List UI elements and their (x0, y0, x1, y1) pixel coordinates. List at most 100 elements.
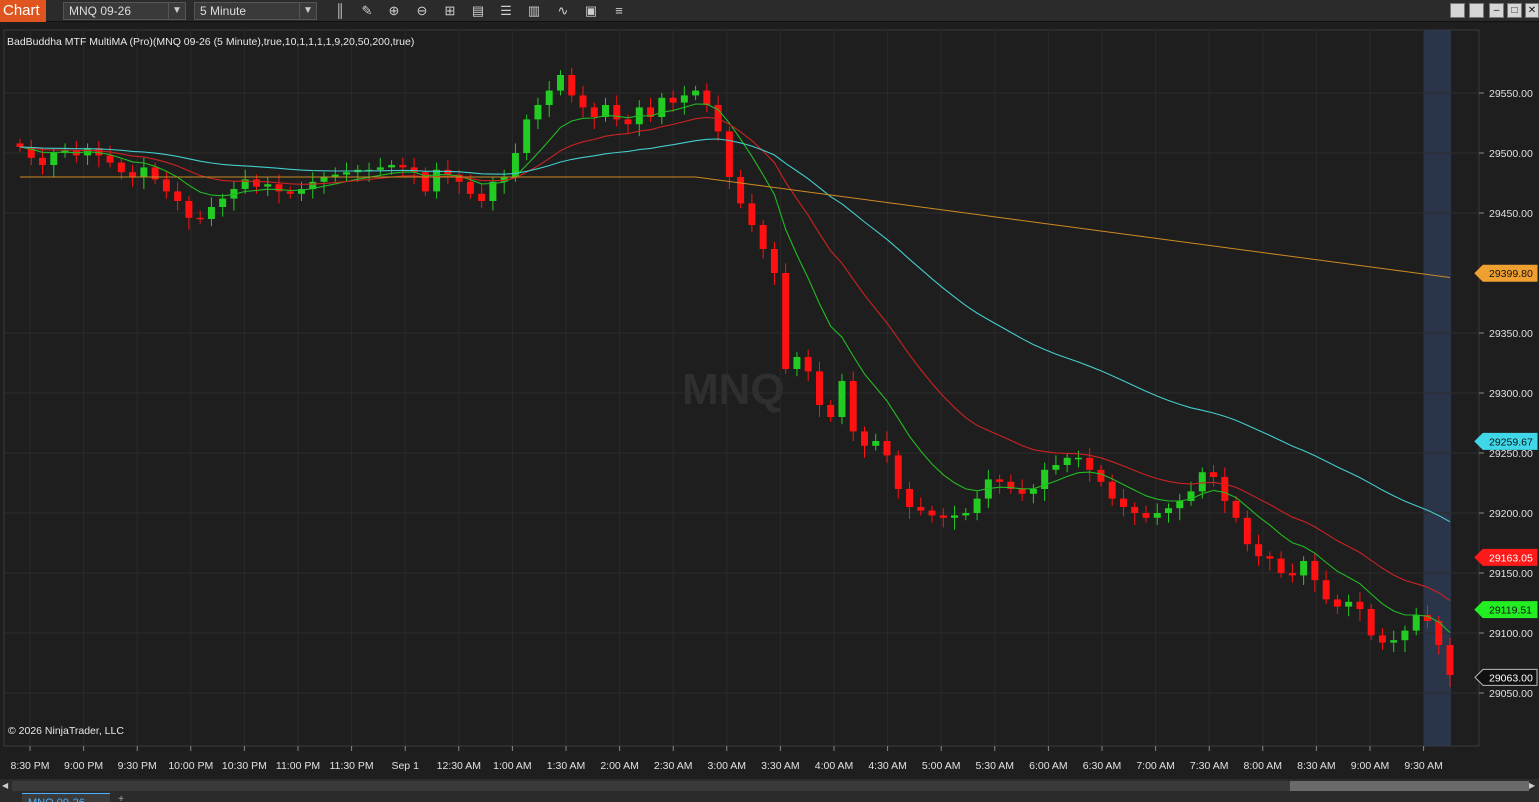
candle-body (140, 167, 148, 177)
candle-body (737, 177, 745, 204)
candle-body (1277, 558, 1285, 573)
candle-body (388, 165, 396, 168)
candle-body (804, 357, 812, 372)
x-tick-label: 6:30 AM (1083, 760, 1122, 772)
y-tick-label: 29050.00 (1489, 688, 1533, 700)
candle-body (1345, 601, 1353, 607)
candle-body (106, 155, 114, 163)
candle-body (162, 179, 170, 192)
y-tick-label: 29350.00 (1489, 328, 1533, 340)
x-tick-label: 9:30 PM (118, 760, 157, 772)
candle-body (534, 105, 542, 120)
y-tick-label: 29500.00 (1489, 148, 1533, 160)
scrollbar-thumb[interactable] (1290, 781, 1529, 791)
indicator-label: BadBuddha MTF MultiMA (Pro)(MNQ 09-26 (5… (7, 36, 415, 48)
candle-body (1108, 481, 1116, 499)
candle-body (568, 75, 576, 96)
candle-body (343, 172, 351, 175)
price-tag-label: 29259.67 (1489, 436, 1533, 448)
x-tick-label: 1:30 AM (547, 760, 586, 772)
x-tick-label: 2:00 AM (600, 760, 639, 772)
candle-body (1446, 645, 1454, 675)
price-tag-label: 29399.80 (1489, 268, 1533, 280)
x-tick-label: 11:00 PM (276, 760, 320, 772)
candle-body (1412, 615, 1420, 631)
candle-body (286, 191, 294, 194)
x-tick-label: 7:30 AM (1190, 760, 1229, 772)
candle-body (1052, 465, 1060, 470)
candle-body (1176, 501, 1184, 509)
price-tag-label: 29119.51 (1489, 605, 1532, 617)
candle-body (770, 249, 778, 273)
copyright-text: © 2026 NinjaTrader, LLC (8, 725, 124, 737)
candle-body (1243, 517, 1251, 545)
candle-body (1378, 635, 1386, 643)
x-tick-label: 9:00 AM (1351, 760, 1390, 772)
x-tick-label: 10:00 PM (168, 760, 213, 772)
candle-body (1232, 501, 1240, 518)
x-tick-label: 4:30 AM (868, 760, 907, 772)
y-tick-label: 29150.00 (1489, 568, 1533, 580)
x-tick-label: 3:30 AM (761, 760, 800, 772)
candle-body (951, 515, 959, 518)
candle-body (556, 75, 564, 91)
candle-body (906, 489, 914, 507)
candle-body (1210, 472, 1218, 477)
price-chart[interactable]: 29550.00 29500.00 29450.00 29350.00 29300.00… (0, 0, 1539, 779)
candle-body (894, 455, 902, 489)
candle-body (545, 90, 553, 105)
candle-body (1333, 599, 1341, 607)
x-tick-label: 9:00 PM (64, 760, 103, 772)
y-tick-label: 29200.00 (1489, 508, 1533, 520)
x-tick-label: 10:30 PM (222, 760, 267, 772)
candle-body (1029, 489, 1037, 494)
candle-body (849, 381, 857, 432)
candle-body (725, 131, 733, 177)
candle-body (838, 381, 846, 417)
candle-body (782, 273, 790, 369)
x-tick-label: 3:00 AM (708, 760, 747, 772)
candle-body (444, 169, 452, 175)
candle-body (1288, 573, 1296, 576)
candle-body (1119, 498, 1127, 507)
candle-body (16, 143, 24, 147)
candle-body (320, 177, 328, 182)
x-tick-label: 11:30 PM (330, 760, 374, 772)
candle-body (50, 153, 58, 165)
candle-body (376, 167, 384, 170)
candle-body (1086, 457, 1094, 470)
add-tab-button[interactable]: + (112, 793, 130, 802)
candle-body (1356, 601, 1364, 609)
candle-body (917, 507, 925, 511)
candle-body (996, 479, 1004, 482)
candle-body (207, 207, 215, 219)
candle-body (692, 90, 700, 96)
candle-body (793, 357, 801, 369)
candle-body (489, 181, 497, 201)
candle-body (759, 225, 767, 249)
candle-body (1198, 472, 1206, 492)
candle-body (680, 95, 688, 103)
candle-body (1322, 580, 1330, 600)
candle-body (399, 165, 407, 168)
candle-body (410, 167, 418, 173)
candle-body (1266, 556, 1274, 559)
candle-body (827, 405, 835, 417)
candle-body (669, 97, 677, 103)
chart-window: Chart MNQ 09-26 ▼ 5 Minute ▼ ║ ✎ ⊕ ⊖ ⊞ ▤… (0, 0, 1539, 802)
x-tick-label: 9:30 AM (1404, 760, 1443, 772)
candle-body (1074, 457, 1082, 460)
candle-body (129, 172, 137, 177)
candle-body (219, 198, 227, 207)
candle-body (624, 119, 632, 125)
x-tick-label: 8:00 AM (1244, 760, 1283, 772)
scroll-left-icon[interactable]: ◀ (2, 780, 12, 792)
candle-body (1311, 561, 1319, 581)
candle-body (1390, 640, 1398, 643)
y-tick-label: 29550.00 (1489, 88, 1533, 100)
x-tick-label: 8:30 PM (10, 760, 49, 772)
y-tick-label: 29100.00 (1489, 628, 1533, 640)
x-tick-label: 7:00 AM (1136, 760, 1175, 772)
instrument-tab[interactable]: MNQ 09-26 (22, 793, 110, 802)
scroll-right-icon[interactable]: ▶ (1529, 780, 1539, 792)
